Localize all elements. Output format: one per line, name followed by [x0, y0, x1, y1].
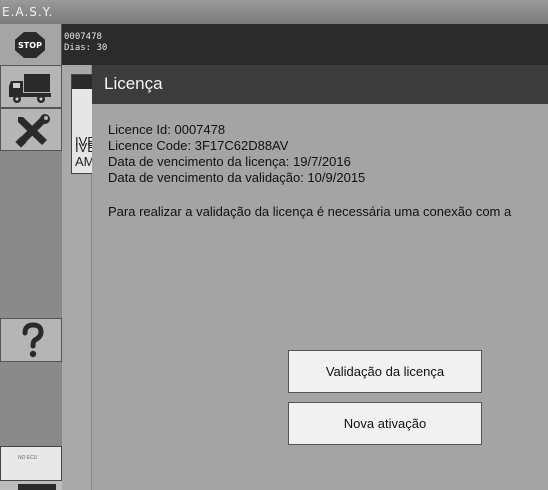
license-id: Licence Id: 0007478	[108, 122, 226, 137]
dialog-header: Licença	[92, 65, 548, 104]
days-remaining: Dias: 30	[64, 43, 108, 53]
truck-icon	[9, 74, 51, 103]
validation-expiry: Data de vencimento da validação: 10/9/20…	[108, 170, 366, 185]
stop-label: STOP	[18, 40, 42, 50]
tools-button[interactable]	[0, 108, 62, 151]
app-title: E.A.S.Y.	[2, 5, 54, 19]
stop-button[interactable]: STOP	[0, 24, 62, 65]
license-code: Licence Code: 3F17C62D88AV	[108, 138, 289, 153]
stop-icon: STOP	[15, 32, 45, 58]
new-activation-button[interactable]: Nova ativação	[288, 402, 482, 445]
ecu-label: NO ECU	[18, 455, 38, 461]
dialog-title: Licença	[104, 74, 163, 93]
ecu-status: NO ECU	[0, 446, 62, 481]
license-dialog: Licença Licence Id: 0007478 Licence Code…	[92, 65, 548, 490]
help-icon	[22, 322, 44, 358]
dialog-body: Licence Id: 0007478 Licence Code: 3F17C6…	[108, 122, 511, 220]
footer-bar	[0, 481, 62, 490]
license-info: 0007478 Dias: 30	[64, 32, 107, 54]
vehicle-button[interactable]	[0, 65, 62, 108]
validate-license-button[interactable]: Validação da licença	[288, 350, 482, 393]
footer-indicator	[18, 484, 56, 490]
help-button[interactable]	[0, 318, 62, 362]
title-bar: E.A.S.Y.	[0, 0, 548, 25]
license-expiry: Data de vencimento da licença: 19/7/2016	[108, 154, 351, 169]
tools-icon	[15, 114, 50, 148]
connection-note: Para realizar a validação da licença é n…	[108, 204, 512, 219]
license-short: 0007478	[64, 32, 102, 42]
